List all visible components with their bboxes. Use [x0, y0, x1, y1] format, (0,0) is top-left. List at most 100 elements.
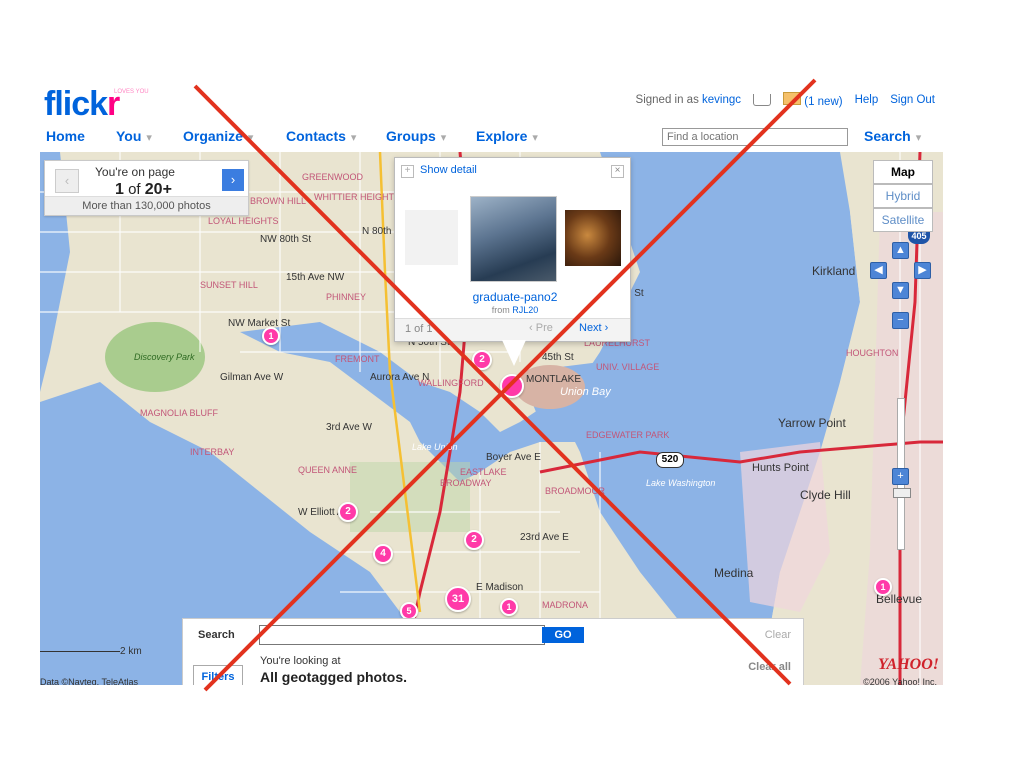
sign-out-link[interactable]: Sign Out — [890, 94, 935, 106]
popup-next-link[interactable]: Next › — [579, 322, 608, 334]
map-search-input[interactable] — [259, 625, 545, 645]
pan-right-icon[interactable]: ▶ — [914, 262, 931, 279]
city-label: Yarrow Point — [778, 416, 846, 430]
map-search-panel: Search GO Clear Filters You're looking a… — [182, 618, 804, 685]
street-label: 3rd Ave W — [326, 422, 372, 433]
zoom-out-icon[interactable]: − — [892, 312, 909, 329]
street-label: Gilman Ave W — [220, 372, 284, 383]
yahoo-logo: YAHOO! — [877, 656, 939, 673]
nav-groups[interactable]: Groups ▾ — [386, 128, 446, 144]
place-label: BROADWAY — [440, 478, 492, 488]
page-navigator: ‹ You're on page 1 of 20+ › More than 13… — [44, 160, 249, 216]
place-label: INTERBAY — [190, 447, 235, 457]
popup-prev-link[interactable]: ‹ Pre — [529, 322, 553, 334]
cart-icon[interactable] — [753, 94, 772, 106]
signed-in-text: Signed in as kevingc — [635, 94, 742, 106]
chevron-down-icon[interactable]: ▾ — [146, 132, 152, 144]
city-label: Kirkland — [812, 264, 856, 278]
street-label: 45th St — [542, 352, 574, 363]
map-view[interactable]: GREENWOOD BROWN HILL WHITTIER HEIGHTS LO… — [40, 152, 943, 685]
place-label: MADRONA — [542, 600, 589, 610]
nav-home[interactable]: Home — [46, 128, 85, 144]
clear-link[interactable]: Clear — [765, 629, 791, 641]
popup-footer: 1 of 1 ‹ Pre Next › — [395, 318, 630, 341]
photo-cluster-marker[interactable]: 2 — [472, 350, 492, 370]
place-label: HOUGHTON — [846, 348, 899, 358]
photo-cluster-marker[interactable]: 1 — [262, 327, 280, 345]
account-bar: Signed in as kevingc (1 new) Help Sign O… — [636, 92, 935, 108]
street-label: E Madison — [476, 582, 524, 593]
street-label: 23rd Ave E — [520, 532, 569, 543]
nav-explore[interactable]: Explore ▾ — [476, 128, 538, 144]
photo-thumbnail-empty — [405, 210, 458, 265]
highway-shield: 520 — [656, 452, 684, 468]
plus-icon[interactable]: + — [401, 165, 414, 178]
zoom-handle[interactable] — [893, 488, 911, 498]
go-button[interactable]: GO — [542, 627, 584, 643]
photo-count: More than 130,000 photos — [45, 196, 248, 215]
nav-search[interactable]: Search ▾ — [864, 128, 921, 144]
water-label: Lake Washington — [646, 478, 716, 488]
photo-cluster-marker[interactable]: 1 — [500, 598, 518, 616]
mail-count-link[interactable]: (1 new) — [804, 96, 842, 108]
map-type-satellite[interactable]: Satellite — [873, 208, 933, 232]
nav-organize[interactable]: Organize ▾ — [183, 128, 253, 144]
clear-all-link[interactable]: Clear all — [748, 661, 791, 673]
zoom-in-icon[interactable]: + — [892, 468, 909, 485]
nav-you[interactable]: You ▾ — [116, 128, 152, 144]
selected-photo-marker[interactable] — [500, 374, 524, 398]
water-label: Union Bay — [560, 386, 611, 398]
close-icon[interactable]: × — [611, 165, 624, 178]
filters-tab[interactable]: Filters — [193, 665, 243, 685]
photo-thumbnail-next[interactable] — [565, 210, 621, 266]
map-data-credit: Data ©Navteq, TeleAtlas — [40, 677, 139, 685]
chevron-down-icon[interactable]: ▾ — [248, 132, 254, 144]
owner-link[interactable]: RJL20 — [512, 305, 538, 315]
chevron-down-icon[interactable]: ▾ — [532, 132, 538, 144]
photo-cluster-marker[interactable]: 31 — [445, 586, 471, 612]
looking-at-text: You're looking at — [260, 655, 341, 667]
photo-popup: + Show detail × graduate-pano2 from RJL20… — [394, 157, 631, 342]
photo-title-link[interactable]: graduate-pano2 — [395, 290, 635, 304]
search-scope: All geotagged photos. — [260, 669, 407, 685]
photo-cluster-marker[interactable]: 2 — [338, 502, 358, 522]
place-label: EASTLAKE — [460, 467, 507, 477]
map-copyright: ©2006 Yahoo! Inc. — [863, 677, 937, 685]
pan-left-icon[interactable]: ◀ — [870, 262, 887, 279]
place-label: BROADMOOR — [545, 486, 606, 496]
street-label: Aurora Ave N — [370, 372, 430, 383]
chevron-down-icon[interactable]: ▾ — [916, 132, 922, 144]
street-label: Boyer Ave E — [486, 452, 541, 463]
flickr-logo[interactable]: flickr — [44, 84, 120, 124]
place-label: BROWN HILL — [250, 196, 307, 206]
photo-thumbnail-selected[interactable] — [470, 196, 557, 282]
find-location-input[interactable] — [662, 128, 848, 146]
show-detail-link[interactable]: + Show detail — [401, 164, 477, 178]
pan-up-icon[interactable]: ▲ — [892, 242, 909, 259]
place-label: UNIV. VILLAGE — [596, 362, 660, 372]
prev-page-button[interactable]: ‹ — [55, 169, 79, 193]
pan-down-icon[interactable]: ▼ — [892, 282, 909, 299]
place-label: PHINNEY — [326, 292, 367, 302]
chevron-down-icon[interactable]: ▾ — [351, 132, 357, 144]
mail-icon[interactable] — [783, 92, 802, 105]
photo-owner: from RJL20 — [491, 305, 539, 315]
popup-count: 1 of 1 — [405, 323, 433, 335]
place-label: SUNSET HILL — [200, 280, 258, 290]
nav-contacts[interactable]: Contacts ▾ — [286, 128, 356, 144]
logo-tagline: LOVES YOU — [114, 89, 149, 95]
next-page-button[interactable]: › — [222, 169, 244, 191]
chevron-down-icon[interactable]: ▾ — [441, 132, 447, 144]
map-type-hybrid[interactable]: Hybrid — [873, 184, 933, 208]
map-scale: 2 km — [40, 646, 142, 657]
pager-caption: You're on page — [95, 165, 175, 179]
photo-cluster-marker[interactable]: 4 — [373, 544, 393, 564]
photo-cluster-marker[interactable]: 1 — [874, 578, 892, 596]
username-link[interactable]: kevingc — [702, 94, 741, 106]
city-label: Medina — [714, 566, 754, 580]
place-label: FREMONT — [335, 354, 380, 364]
photo-cluster-marker[interactable]: 2 — [464, 530, 484, 550]
map-type-map[interactable]: Map — [873, 160, 933, 184]
place-label: WHITTIER HEIGHTS — [314, 192, 400, 202]
help-link[interactable]: Help — [855, 94, 879, 106]
